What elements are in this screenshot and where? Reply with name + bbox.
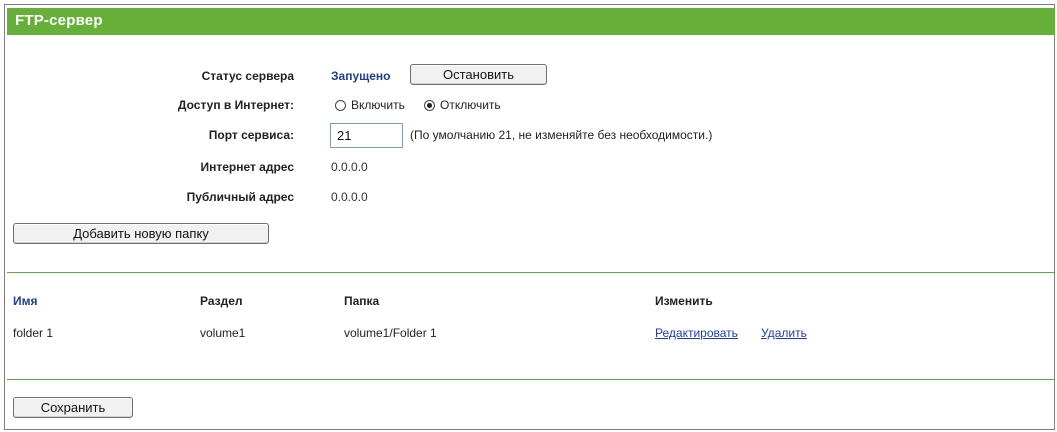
row-folder-path: volume1/Folder 1 [344,326,437,340]
divider-top [7,272,1055,273]
column-header-name: Имя [13,294,38,308]
service-port-hint: (По умолчанию 21, не изменяйте без необх… [410,128,713,142]
title-bar: FTP-сервер [7,8,1055,35]
internet-address-label: Интернет адрес [200,160,294,174]
server-status-label: Статус сервера [201,69,294,83]
row-partition: volume1 [200,326,246,340]
page-title: FTP-сервер [15,12,103,29]
internet-address-value: 0.0.0.0 [331,160,368,174]
add-folder-button[interactable]: Добавить новую папку [13,223,269,244]
service-port-input[interactable]: 21 [330,123,403,148]
save-button[interactable]: Сохранить [13,397,133,418]
edit-link[interactable]: Редактировать [655,326,738,340]
column-header-partition: Раздел [200,294,243,308]
radio-selected-dot [427,103,432,108]
row-folder-name: folder 1 [13,326,54,340]
disable-radio-label: Отключить [440,98,501,112]
disable-radio[interactable] [424,100,435,111]
enable-radio[interactable] [335,100,346,111]
public-address-label: Публичный адрес [186,190,294,204]
column-header-folder: Папка [344,294,380,308]
server-status-value: Запущено [331,69,391,83]
internet-access-label: Доступ в Интернет: [177,98,294,112]
service-port-label: Порт сервиса: [208,128,294,142]
public-address-value: 0.0.0.0 [331,190,368,204]
divider-bottom [7,379,1055,380]
column-header-modify: Изменить [655,294,713,308]
stop-server-button[interactable]: Остановить [410,64,547,85]
enable-radio-label: Включить [351,98,405,112]
delete-link[interactable]: Удалить [761,326,807,340]
